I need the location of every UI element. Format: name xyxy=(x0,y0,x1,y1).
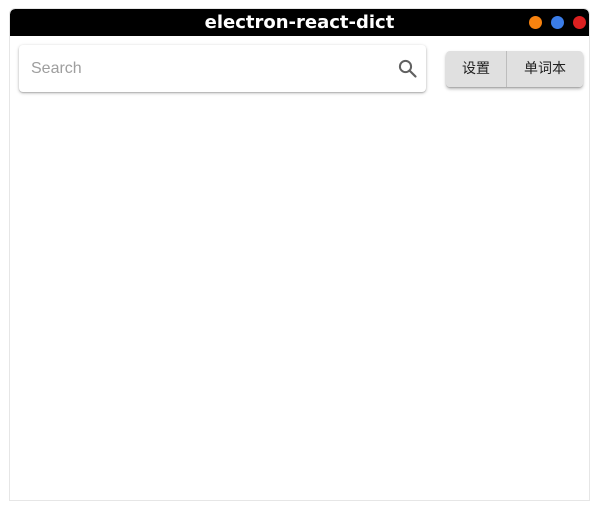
app-window: electron-react-dict 设置 单词本 xyxy=(9,8,590,501)
wordbook-button[interactable]: 单词本 xyxy=(507,51,583,87)
minimize-button[interactable] xyxy=(529,16,542,29)
title-bar[interactable]: electron-react-dict xyxy=(10,9,589,36)
maximize-button[interactable] xyxy=(551,16,564,29)
toolbar-button-group: 设置 单词本 xyxy=(446,51,583,87)
window-title: electron-react-dict xyxy=(204,12,395,33)
search-input[interactable] xyxy=(31,45,371,92)
search-bar xyxy=(19,45,426,92)
settings-button[interactable]: 设置 xyxy=(446,51,507,87)
close-button[interactable] xyxy=(573,16,586,29)
search-icon[interactable] xyxy=(396,57,420,81)
